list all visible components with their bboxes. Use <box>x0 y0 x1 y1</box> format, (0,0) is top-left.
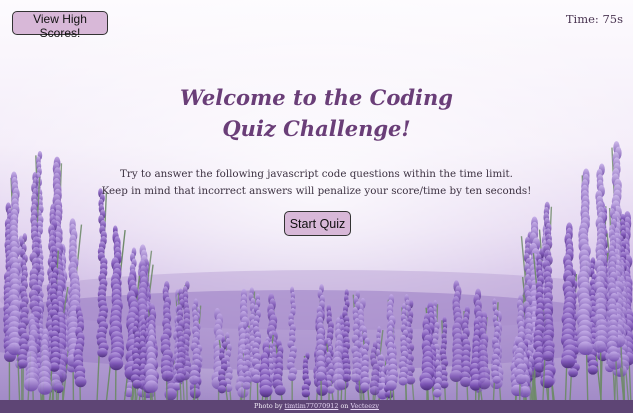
intro-line-1: Try to answer the following javascript c… <box>120 168 513 180</box>
page-title: Welcome to the Coding Quiz Challenge! <box>0 82 633 144</box>
title-line-1: Welcome to the Coding <box>180 85 453 110</box>
credit-author-link[interactable]: timtim77070912 <box>285 402 339 410</box>
credit-prefix: Photo by <box>254 402 283 410</box>
view-high-scores-button[interactable]: View High Scores! <box>12 11 108 40</box>
timer-display: Time: 75s <box>565 12 623 26</box>
photo-credit-footer: Photo by timtim77070912 on Vecteezy <box>0 400 633 413</box>
credit-source-link[interactable]: Vecteezy <box>350 402 379 410</box>
title-line-2: Quiz Challenge! <box>222 116 411 141</box>
intro-line-2: Keep in mind that incorrect answers will… <box>101 185 532 197</box>
intro-text: Try to answer the following javascript c… <box>0 166 633 200</box>
lavender-field-background <box>0 0 633 413</box>
start-quiz-button[interactable]: Start Quiz <box>284 211 351 236</box>
credit-middle: on <box>340 402 349 410</box>
